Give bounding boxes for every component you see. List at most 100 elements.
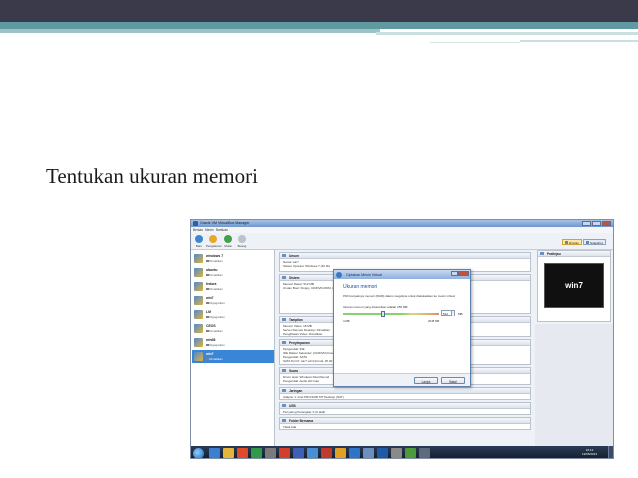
app-icon[interactable] <box>265 448 276 458</box>
slide-title: Tentukan ukuran memori <box>46 164 258 188</box>
os-icon <box>194 254 203 263</box>
app-icon[interactable] <box>307 448 318 458</box>
list-item[interactable]: LM Digugurkan <box>192 308 274 321</box>
back-arrow-icon[interactable] <box>336 271 342 278</box>
os-icon <box>194 324 203 333</box>
dialog-titlebar: Ciptakan Mesin Virtual <box>334 270 470 279</box>
tab-snapshots[interactable]: Snapshot <box>583 239 606 245</box>
app-icon[interactable] <box>419 448 430 458</box>
memory-unit: MB <box>458 311 463 316</box>
discard-icon <box>238 235 246 243</box>
virtualbox-screenshot: Oracle VM VirtualBox Manager Berkas Mesi… <box>190 219 614 459</box>
details-icon <box>564 241 568 245</box>
list-item[interactable]: windows 7 Dimatikan <box>192 252 274 265</box>
speaker-icon <box>282 368 286 373</box>
os-icon <box>194 268 203 277</box>
new-icon <box>195 235 203 243</box>
chip-icon <box>282 275 286 280</box>
preview-panel: Pratinjau win7 <box>537 250 611 322</box>
os-icon <box>194 338 203 347</box>
windows-taskbar: 16:12 13/05/2013 <box>191 446 613 458</box>
memory-max-label: 2048 MB <box>428 319 440 323</box>
list-item[interactable]: CEOS Dimatikan <box>192 322 274 335</box>
minimize-button[interactable] <box>582 221 591 226</box>
start-button[interactable]: Mulai <box>221 235 235 248</box>
app-icon[interactable] <box>349 448 360 458</box>
new-button[interactable]: Baru <box>192 235 206 248</box>
list-item[interactable]: win7 Digugurkan <box>192 294 274 307</box>
list-item[interactable]: win08 Digugurkan <box>192 336 274 349</box>
next-button[interactable]: Lanjut <box>414 377 438 384</box>
show-desktop-button[interactable] <box>608 446 613 458</box>
os-icon <box>194 296 203 305</box>
dialog-recommendation: Ukuran memori yang disarankan adalah 256… <box>343 305 409 309</box>
toolbar: Baru Pengaturan Mulai Buang Rincian Snap… <box>191 233 613 250</box>
usb-icon <box>282 403 286 408</box>
dialog-close-button[interactable] <box>458 271 469 276</box>
section-network: Jaringan Adapter 1: Intel PRO/1000 MT De… <box>279 387 531 400</box>
app-icon[interactable] <box>363 448 374 458</box>
header-accent-bar <box>0 22 638 29</box>
camera-icon <box>585 241 589 245</box>
header-line <box>520 40 638 42</box>
media-icon[interactable] <box>251 448 262 458</box>
disk-icon <box>282 340 286 345</box>
preview-icon <box>540 251 544 256</box>
start-arrow-icon <box>224 235 232 243</box>
os-icon <box>194 352 203 361</box>
app-icon[interactable] <box>335 448 346 458</box>
virtualbox-icon <box>193 221 198 226</box>
discard-button[interactable]: Buang <box>235 235 249 248</box>
close-button[interactable] <box>602 221 611 226</box>
memory-min-label: 4 MB <box>343 319 350 323</box>
word-icon[interactable] <box>293 448 304 458</box>
app-icon[interactable] <box>405 448 416 458</box>
ie-icon[interactable] <box>209 448 220 458</box>
system-clock[interactable]: 16:12 13/05/2013 <box>582 448 597 456</box>
vm-list: windows 7 Dimatikan ubuntu Dimatikan fed… <box>191 250 275 450</box>
os-icon <box>194 310 203 319</box>
app-icon[interactable] <box>391 448 402 458</box>
window-title: Oracle VM VirtualBox Manager <box>200 221 250 226</box>
monitor-icon <box>282 317 286 322</box>
slide: Tentukan ukuran memori Oracle VM Virtual… <box>0 0 638 478</box>
dialog-footer: Lanjut Batal <box>334 373 470 386</box>
settings-button[interactable]: Pengaturan <box>206 235 222 248</box>
memory-slider-thumb[interactable] <box>381 310 385 317</box>
app-icon[interactable] <box>279 448 290 458</box>
dialog-heading: Ukuran memori <box>343 284 378 290</box>
section-usb: USB Penyaring Perangkat: 0 (0 aktif) <box>279 402 531 415</box>
virtualbox-taskbar-icon[interactable] <box>377 448 388 458</box>
start-orb-icon[interactable] <box>193 447 204 458</box>
tab-details[interactable]: Rincian <box>562 239 583 245</box>
list-item[interactable]: fedora Dimatikan <box>192 280 274 293</box>
menu-berkas[interactable]: Berkas <box>193 228 203 232</box>
browser-icon[interactable] <box>237 448 248 458</box>
menu-bantuan[interactable]: Bantuan <box>216 228 228 232</box>
dialog-help-button[interactable] <box>450 271 458 276</box>
list-item-selected[interactable]: win7 Dimatikan <box>192 350 274 363</box>
maximize-button[interactable] <box>592 221 601 226</box>
right-empty-area <box>535 324 613 450</box>
general-icon <box>282 253 286 258</box>
folder-icon[interactable] <box>223 448 234 458</box>
folder-icon <box>282 418 286 423</box>
network-icon <box>282 388 286 393</box>
app-icon[interactable] <box>321 448 332 458</box>
list-item[interactable]: ubuntu Dimatikan <box>192 266 274 279</box>
memory-spinbox[interactable]: 512 <box>441 310 455 316</box>
gear-icon <box>209 235 217 243</box>
spin-arrows-icon[interactable] <box>451 311 454 316</box>
menu-mesin[interactable]: Mesin <box>205 228 214 232</box>
cancel-button[interactable]: Batal <box>441 377 465 384</box>
create-vm-dialog: Ciptakan Mesin Virtual Ukuran memori Pil… <box>333 269 471 387</box>
header-bar <box>0 0 638 22</box>
section-shared-folders: Folder Bersama Tidak Ada <box>279 417 531 430</box>
preview-screen: win7 <box>544 263 604 308</box>
os-icon <box>194 282 203 291</box>
header-line <box>376 32 638 35</box>
window-titlebar: Oracle VM VirtualBox Manager <box>191 220 613 227</box>
memory-slider[interactable] <box>343 313 439 315</box>
dialog-description: Pilih banyaknya memori (RAM) dalam megab… <box>343 294 456 298</box>
header-line <box>430 42 520 43</box>
